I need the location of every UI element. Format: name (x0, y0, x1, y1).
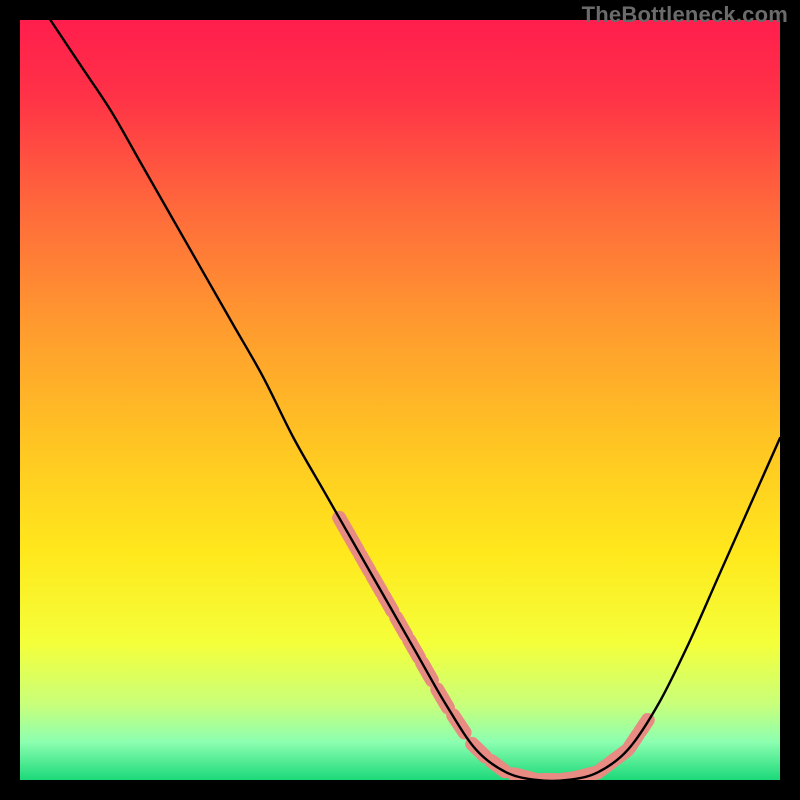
watermark-text: TheBottleneck.com (582, 2, 788, 28)
bottleneck-chart (0, 0, 800, 800)
gradient-background (20, 20, 780, 780)
chart-stage: TheBottleneck.com (0, 0, 800, 800)
